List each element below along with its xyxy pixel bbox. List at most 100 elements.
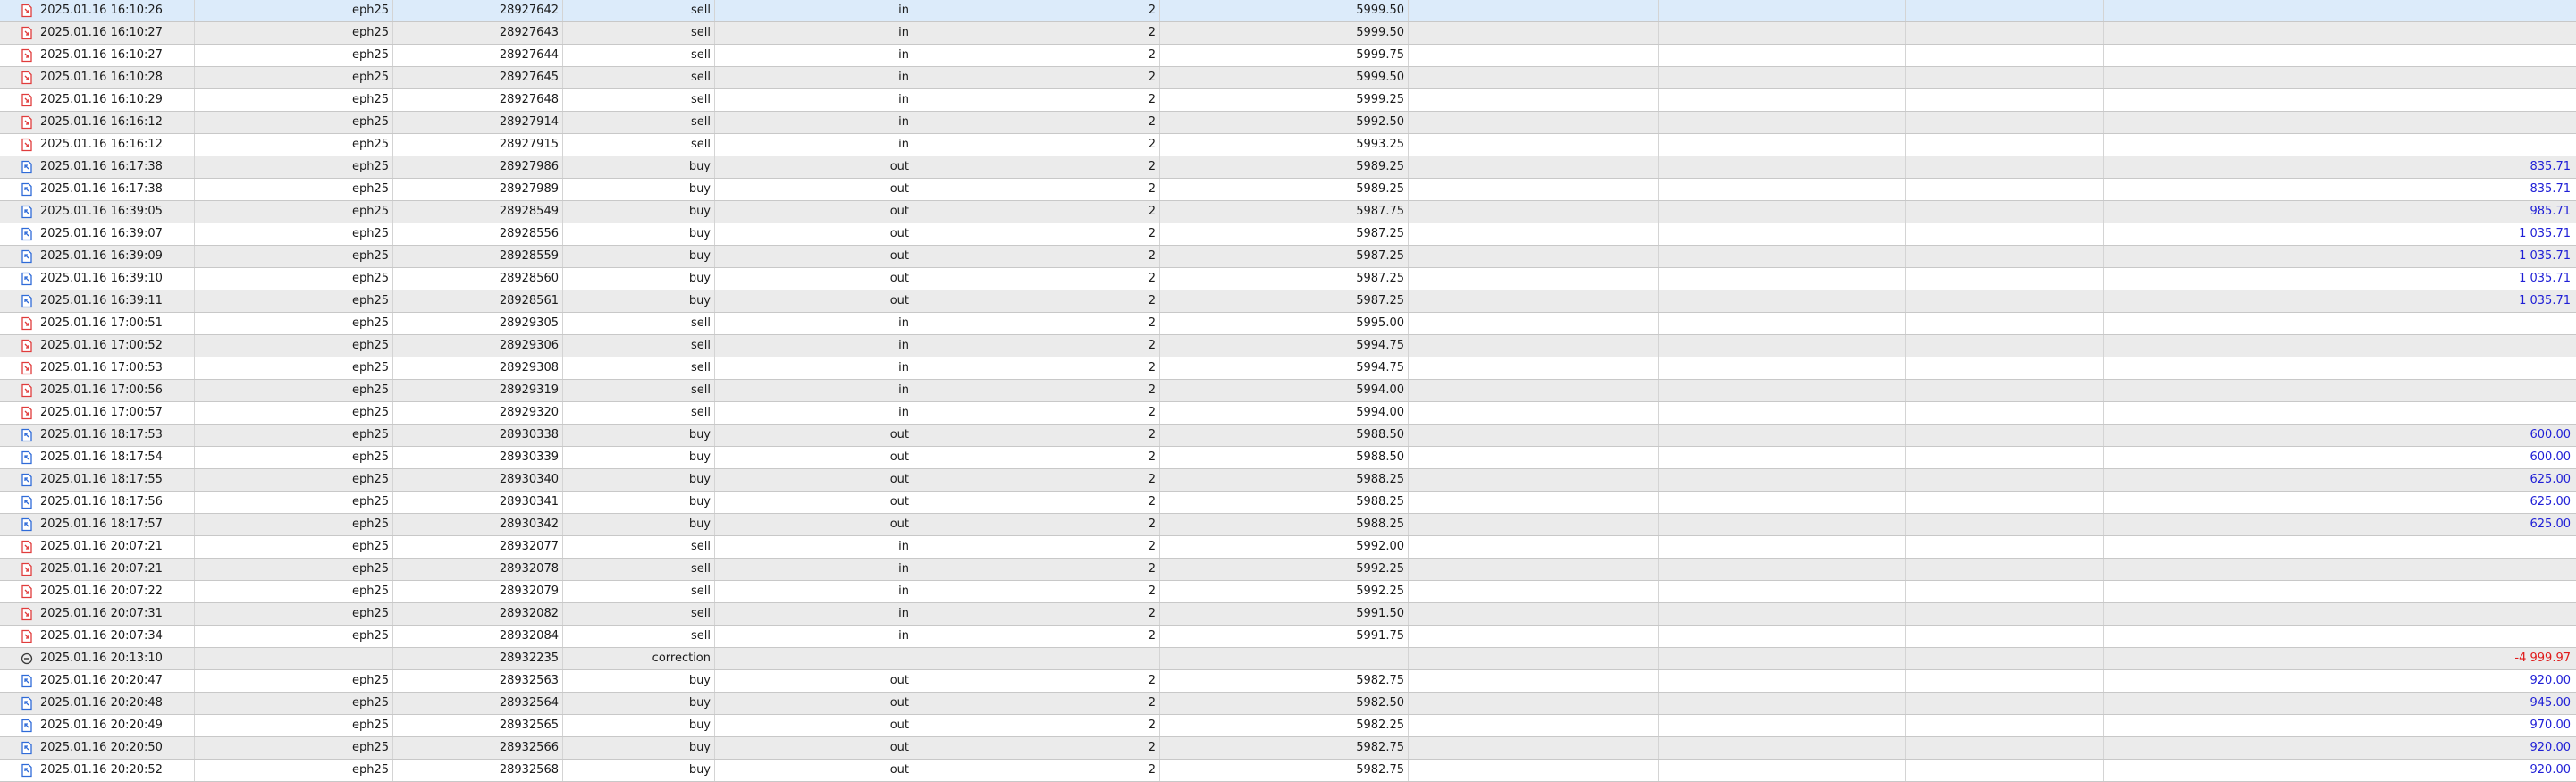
table-row[interactable]: 2025.01.16 16:16:12 eph25 28927915 sell in 2 5… [0, 134, 2576, 156]
table-row[interactable]: 2025.01.16 20:07:21 eph25 28932077 sell in 2 5… [0, 536, 2576, 559]
deal-id-cell: 28928556 [393, 223, 563, 245]
table-row[interactable]: 2025.01.16 18:17:55 eph25 28930340 buy out 2 5… [0, 469, 2576, 492]
empty-cell [1409, 67, 1659, 88]
profit-cell: 835.71 [2530, 182, 2572, 196]
table-row[interactable]: 2025.01.16 20:07:22 eph25 28932079 sell in 2 5… [0, 581, 2576, 603]
symbol-cell: eph25 [195, 447, 393, 468]
table-row[interactable]: 2025.01.16 20:20:47 eph25 28932563 buy out 2 5… [0, 670, 2576, 693]
table-row[interactable]: 2025.01.16 18:17:54 eph25 28930339 buy out 2 5… [0, 447, 2576, 469]
time-cell: 2025.01.16 16:10:29 [0, 89, 195, 111]
time-cell: 2025.01.16 20:20:50 [0, 737, 195, 759]
table-row[interactable]: 2025.01.16 16:39:09 eph25 28928559 buy out 2 5… [0, 246, 2576, 268]
table-row[interactable]: 2025.01.16 18:17:53 eph25 28930338 buy out 2 5… [0, 425, 2576, 447]
volume-cell: 2 [913, 201, 1160, 223]
symbol-cell: eph25 [195, 603, 393, 625]
table-row[interactable]: 2025.01.16 16:10:28 eph25 28927645 sell in 2 5… [0, 67, 2576, 89]
deal-id-cell: 28927986 [393, 156, 563, 178]
table-row[interactable]: 2025.01.16 16:10:27 eph25 28927644 sell in 2 5… [0, 45, 2576, 67]
deal-id-cell: 28930339 [393, 447, 563, 468]
empty-cell [1409, 201, 1659, 223]
time-cell: 2025.01.16 20:07:34 [0, 626, 195, 647]
symbol-cell: eph25 [195, 357, 393, 379]
deal-id-cell: 28930338 [393, 425, 563, 446]
table-row[interactable]: 2025.01.16 18:17:57 eph25 28930342 buy out 2 5… [0, 514, 2576, 536]
empty-cell [1409, 380, 1659, 401]
table-row[interactable]: 2025.01.16 18:17:56 eph25 28930341 buy out 2 5… [0, 492, 2576, 514]
table-row[interactable]: 2025.01.16 16:16:12 eph25 28927914 sell in 2 5… [0, 112, 2576, 134]
deal-id-cell: 28927644 [393, 45, 563, 66]
profit-cell: 600.00 [2530, 450, 2572, 464]
volume-cell: 2 [913, 268, 1160, 290]
symbol-cell: eph25 [195, 492, 393, 513]
profit-cell: 985.71 [2530, 205, 2572, 218]
symbol-cell: eph25 [195, 626, 393, 647]
symbol-cell: eph25 [195, 89, 393, 111]
empty-cell [1409, 425, 1659, 446]
direction-cell: in [715, 67, 913, 88]
table-row[interactable]: 2025.01.16 16:39:05 eph25 28928549 buy out 2 5… [0, 201, 2576, 223]
empty-cell [1409, 45, 1659, 66]
volume-cell: 2 [913, 514, 1160, 535]
table-row[interactable]: 2025.01.16 17:00:51 eph25 28929305 sell in 2 5… [0, 313, 2576, 335]
table-row[interactable]: 2025.01.16 20:07:31 eph25 28932082 sell in 2 5… [0, 603, 2576, 626]
profit-cell [2104, 134, 2576, 156]
profit-cell: 1 035.71 [2519, 227, 2571, 240]
type-cell: correction [563, 648, 715, 669]
deal-id-cell: 28930342 [393, 514, 563, 535]
table-row[interactable]: 2025.01.16 17:00:53 eph25 28929308 sell in 2 5… [0, 357, 2576, 380]
deal-id-cell: 28928560 [393, 268, 563, 290]
type-cell: sell [563, 559, 715, 580]
direction-cell: in [715, 112, 913, 133]
deal-id-cell: 28929305 [393, 313, 563, 334]
symbol-cell: eph25 [195, 290, 393, 312]
direction-cell: out [715, 737, 913, 759]
price-cell: 5992.25 [1160, 581, 1409, 602]
table-row[interactable]: 2025.01.16 16:39:11 eph25 28928561 buy out 2 5… [0, 290, 2576, 313]
empty-cell [1906, 760, 2104, 781]
direction-cell: out [715, 179, 913, 200]
price-cell: 5982.75 [1160, 737, 1409, 759]
deal-id-cell: 28932079 [393, 581, 563, 602]
table-row[interactable]: 2025.01.16 20:20:52 eph25 28932568 buy out 2 5… [0, 760, 2576, 782]
table-row[interactable]: 2025.01.16 20:07:34 eph25 28932084 sell in 2 5… [0, 626, 2576, 648]
table-row[interactable]: 2025.01.16 20:20:49 eph25 28932565 buy out 2 5… [0, 715, 2576, 737]
table-row[interactable]: 2025.01.16 20:13:10 28932235 correction -4 … [0, 648, 2576, 670]
direction-cell: in [715, 626, 913, 647]
profit-cell: 1 035.71 [2519, 249, 2571, 263]
type-cell: sell [563, 603, 715, 625]
direction-cell: out [715, 268, 913, 290]
price-cell: 5991.75 [1160, 626, 1409, 647]
profit-cell [2104, 581, 2576, 602]
symbol-cell: eph25 [195, 737, 393, 759]
profit-cell: 920.00 [2530, 741, 2572, 754]
empty-cell [1659, 648, 1906, 669]
table-row[interactable]: 2025.01.16 20:20:48 eph25 28932564 buy out 2 5… [0, 693, 2576, 715]
direction-cell: in [715, 536, 913, 558]
table-row[interactable]: 2025.01.16 17:00:52 eph25 28929306 sell in 2 5… [0, 335, 2576, 357]
table-row[interactable]: 2025.01.16 16:39:10 eph25 28928560 buy out 2 5… [0, 268, 2576, 290]
table-row[interactable]: 2025.01.16 17:00:56 eph25 28929319 sell in 2 5… [0, 380, 2576, 402]
table-row[interactable]: 2025.01.16 16:17:38 eph25 28927989 buy out 2 5… [0, 179, 2576, 201]
price-cell: 5999.75 [1160, 45, 1409, 66]
empty-cell [1659, 760, 1906, 781]
table-row[interactable]: 2025.01.16 16:10:29 eph25 28927648 sell in 2 5… [0, 89, 2576, 112]
price-cell: 5987.25 [1160, 268, 1409, 290]
table-row[interactable]: 2025.01.16 16:10:26 eph25 28927642 sell in 2 5… [0, 0, 2576, 22]
direction-cell: in [715, 559, 913, 580]
symbol-cell: eph25 [195, 223, 393, 245]
price-cell: 5982.25 [1160, 715, 1409, 736]
empty-cell [1659, 89, 1906, 111]
table-row[interactable]: 2025.01.16 16:17:38 eph25 28927986 buy out 2 5… [0, 156, 2576, 179]
table-row[interactable]: 2025.01.16 16:10:27 eph25 28927643 sell in 2 5… [0, 22, 2576, 45]
table-row[interactable]: 2025.01.16 20:20:50 eph25 28932566 buy out 2 5… [0, 737, 2576, 760]
table-row[interactable]: 2025.01.16 20:07:21 eph25 28932078 sell in 2 5… [0, 559, 2576, 581]
type-cell: buy [563, 670, 715, 692]
table-row[interactable]: 2025.01.16 17:00:57 eph25 28929320 sell in 2 5… [0, 402, 2576, 425]
price-cell: 5987.25 [1160, 290, 1409, 312]
empty-cell [1409, 89, 1659, 111]
table-row[interactable]: 2025.01.16 16:39:07 eph25 28928556 buy out 2 5… [0, 223, 2576, 246]
empty-cell [1906, 626, 2104, 647]
empty-cell [1906, 536, 2104, 558]
time-cell: 2025.01.16 16:39:05 [0, 201, 195, 223]
empty-cell [1906, 559, 2104, 580]
